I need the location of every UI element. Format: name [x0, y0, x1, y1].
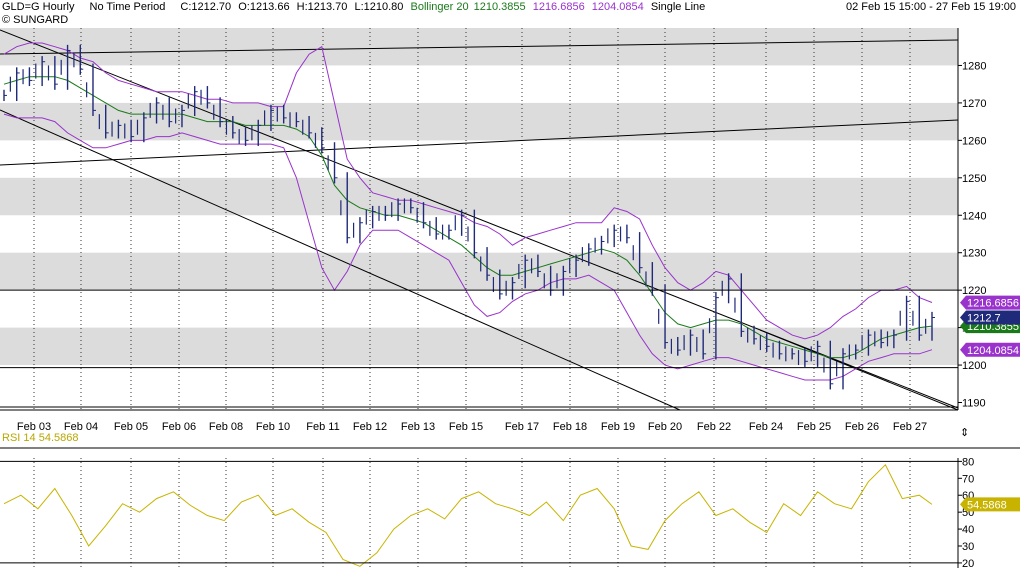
y-tick-label: 1270 — [962, 98, 986, 110]
x-tick-label: Feb 11 — [306, 421, 339, 433]
y-tick-label: 1280 — [962, 60, 986, 72]
x-tick-label: Feb 08 — [209, 421, 243, 433]
x-tick-label: Feb 18 — [553, 421, 587, 433]
x-tick-label: Feb 12 — [353, 421, 387, 433]
x-tick-label: Feb 26 — [845, 421, 879, 433]
rsi-tag-text: 54.5868 — [967, 499, 1007, 511]
x-tick-label: Feb 27 — [893, 421, 927, 433]
bb-lower-tag-text: 1204.0854 — [967, 345, 1019, 357]
y-tick-label: 1200 — [962, 360, 986, 372]
y-tick-label: 1260 — [962, 135, 986, 147]
rsi-tag: 54.5868 — [960, 497, 1020, 512]
x-tick-label: Feb 05 — [114, 421, 148, 433]
price-tag-text: 1212.7 — [967, 312, 1001, 324]
x-tick-label: Feb 19 — [601, 421, 635, 433]
x-tick-label: Feb 20 — [648, 421, 682, 433]
rsi-y-tick-label: 40 — [962, 524, 974, 536]
x-tick-label: Feb 25 — [797, 421, 831, 433]
x-tick-label: Feb 13 — [401, 421, 435, 433]
resize-icon: ⇕ — [960, 427, 969, 439]
x-tick-label: Feb 15 — [449, 421, 483, 433]
x-tick-label: Feb 06 — [162, 421, 196, 433]
x-tick-label: Feb 03 — [17, 421, 51, 433]
y-tick-label: 1220 — [962, 285, 986, 297]
y-tick-label: 1190 — [962, 398, 986, 410]
y-tick-label: 1230 — [962, 248, 986, 260]
rsi-y-tick-label: 70 — [962, 473, 974, 485]
x-tick-label: Feb 22 — [697, 421, 731, 433]
bb-lower-tag: 1204.0854 — [960, 342, 1020, 357]
rsi-line — [3, 463, 933, 567]
x-tick-label: Feb 10 — [256, 421, 290, 433]
x-tick-label: Feb 04 — [64, 421, 98, 433]
x-tick-label: Feb 24 — [749, 421, 783, 433]
rsi-y-tick-label: 30 — [962, 541, 974, 553]
price-chart[interactable]: Feb 03 Feb 04 Feb 05 Feb 06 Feb 08 Feb 10 Feb … — [0, 0, 1020, 575]
rsi-y-tick-label: 80 — [962, 456, 974, 468]
bb-upper-tag: 1216.6856 — [960, 295, 1020, 310]
bb-upper-tag-text: 1216.6856 — [967, 298, 1019, 310]
grid-band — [0, 327, 958, 366]
x-tick-label: Feb 17 — [505, 421, 539, 433]
rsi-y-tick-label: 20 — [962, 558, 974, 570]
y-tick-label: 1250 — [962, 173, 986, 185]
y-tick-label: 1240 — [962, 210, 986, 222]
price-tag: 1212.7 — [960, 310, 1020, 325]
